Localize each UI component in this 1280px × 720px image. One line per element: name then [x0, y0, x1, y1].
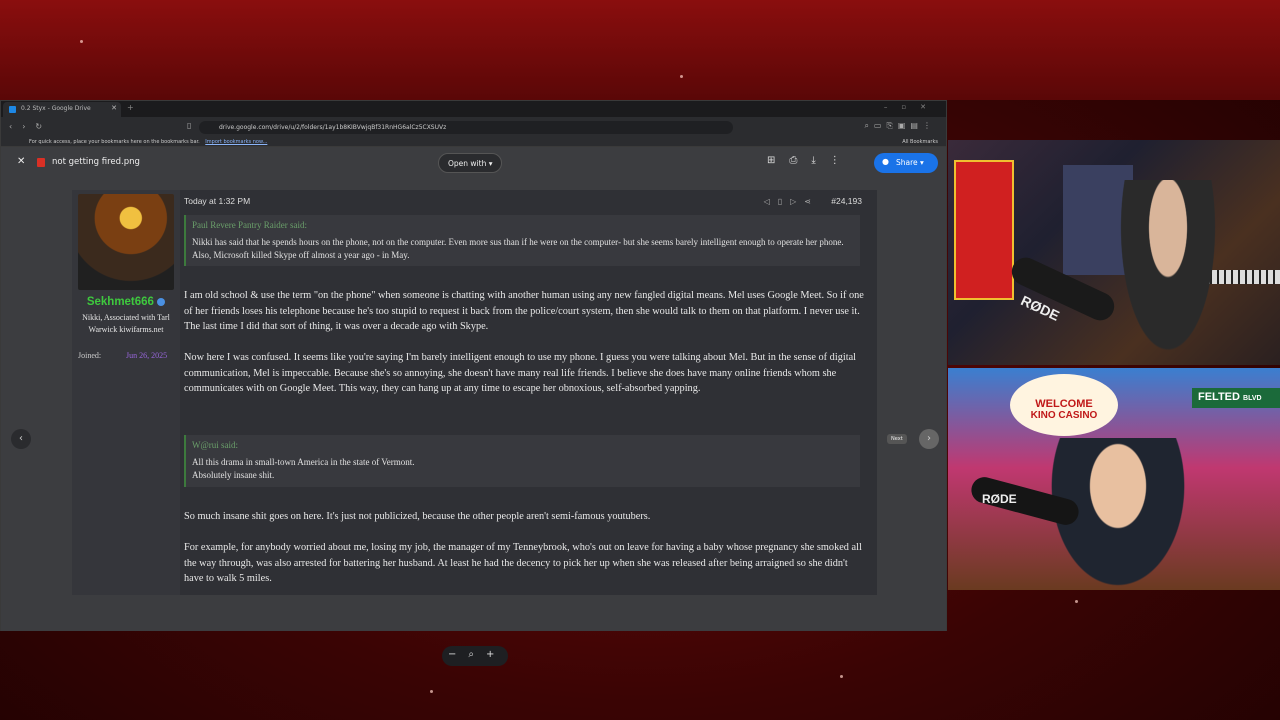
address-bar-row: ‹›↻ ▯ drive.google.com/drive/u/2/folders…	[1, 117, 946, 137]
previous-arrow-button[interactable]: ‹	[11, 429, 31, 449]
close-icon[interactable]: ✕	[17, 156, 25, 167]
share-label: Share	[896, 158, 918, 167]
quote-author: W@rui said:	[192, 440, 239, 450]
joined-date: Jun 26, 2025	[126, 351, 168, 360]
quote-block: W@rui said: All this drama in small-town…	[184, 435, 860, 487]
joined-label: Joined:	[78, 351, 102, 360]
url-field[interactable]: drive.google.com/drive/u/2/folders/1ay1b…	[199, 121, 733, 134]
post-paragraph: For example, for anybody worried about m…	[184, 542, 862, 584]
background-sparkle	[430, 690, 433, 693]
nav-buttons[interactable]: ‹›↻	[9, 122, 52, 131]
close-tab-icon[interactable]: ✕	[111, 104, 117, 112]
person	[1113, 180, 1223, 365]
post-action-icons: ◁▯▷⋖	[763, 197, 819, 206]
browser-tab[interactable]: 0.2 Styx - Google Drive ✕	[3, 102, 121, 117]
all-bookmarks[interactable]: All Bookmarks	[902, 139, 938, 145]
bookmarks-hint: For quick access, place your bookmarks h…	[29, 139, 200, 145]
username: Sekhmet666	[72, 296, 180, 308]
username-text: Sekhmet666	[86, 296, 154, 308]
open-with-label: Open with	[448, 159, 487, 168]
quote-text: Nikki has said that he spends hours on t…	[192, 237, 844, 260]
import-bookmarks-link[interactable]: Import bookmarks now...	[205, 139, 267, 145]
post-number: #24,193	[831, 196, 862, 206]
user-sidebar: Sekhmet666 Nikki, Associated with Tarl W…	[72, 190, 180, 595]
webcam-top: RØDE	[948, 140, 1280, 365]
quote-line: All this drama in small-town America in …	[192, 457, 415, 467]
mic-brand: RØDE	[982, 492, 1017, 506]
avatar	[78, 194, 174, 290]
background-sparkle	[680, 75, 683, 78]
arcade-cabinet	[954, 160, 1014, 300]
background-top	[0, 0, 1280, 100]
webcam-bottom: WELCOME KINO CASINO FELTED BLVD RØDE	[948, 368, 1280, 590]
post-paragraph: Now here I was confused. It seems like y…	[184, 352, 856, 394]
drive-icon	[9, 106, 16, 113]
user-title: Nikki, Associated with Tarl Warwick kiwi…	[82, 313, 170, 334]
zoom-controls[interactable]: −⌕+	[442, 646, 508, 666]
extension-icons[interactable]: ⌕▭⎘▣▤⋮	[864, 121, 936, 131]
post-paragraph: So much insane shit goes on here. It's j…	[184, 511, 651, 522]
tab-bar: 0.2 Styx - Google Drive ✕ + –▫✕	[1, 101, 946, 117]
file-name: not getting fired.png	[52, 157, 140, 167]
quote-block: Paul Revere Pantry Raider said: Nikki ha…	[184, 215, 860, 266]
felted-text: FELTED	[1198, 391, 1240, 403]
sign-welcome: WELCOME	[1035, 398, 1093, 410]
url-text: drive.google.com/drive/u/2/folders/1ay1b…	[219, 124, 447, 131]
background-sparkle	[1075, 600, 1078, 603]
next-tooltip: Next	[887, 434, 907, 444]
bookmark-icon[interactable]: ▯	[187, 121, 191, 130]
new-tab-icon[interactable]: +	[127, 103, 134, 112]
quote-author: Paul Revere Pantry Raider said:	[192, 220, 307, 230]
bookmarks-bar: For quick access, place your bookmarks h…	[1, 137, 946, 147]
felted-sign: FELTED BLVD	[1192, 388, 1280, 408]
forum-post-image: Sekhmet666 Nikki, Associated with Tarl W…	[72, 190, 877, 595]
welcome-sign: WELCOME KINO CASINO	[1010, 374, 1118, 436]
background-sparkle	[80, 40, 83, 43]
sign-kino-casino: KINO CASINO	[1030, 410, 1098, 421]
next-arrow-button[interactable]: ›	[919, 429, 939, 449]
blvd-text: BLVD	[1243, 395, 1262, 402]
share-button[interactable]: ● Share ▾	[874, 153, 938, 173]
tab-title: 0.2 Styx - Google Drive	[21, 105, 91, 112]
post-paragraph: I am old school & use the term "on the p…	[184, 290, 864, 332]
viewer-tools[interactable]: ⊞⎙⤓⋮	[767, 155, 854, 166]
quote-line: Absolutely insane shit.	[192, 470, 275, 480]
background-sparkle	[840, 675, 843, 678]
verified-icon	[157, 297, 166, 306]
window-controls[interactable]: –▫✕	[884, 103, 940, 111]
viewer-toolbar: ✕ not getting fired.png Open with ▾ ⊞⎙⤓⋮…	[1, 147, 946, 179]
post-timestamp: Today at 1:32 PM	[184, 196, 251, 206]
image-file-icon	[37, 158, 45, 167]
open-with-button[interactable]: Open with ▾	[438, 153, 502, 173]
person-icon: ●	[882, 157, 889, 166]
